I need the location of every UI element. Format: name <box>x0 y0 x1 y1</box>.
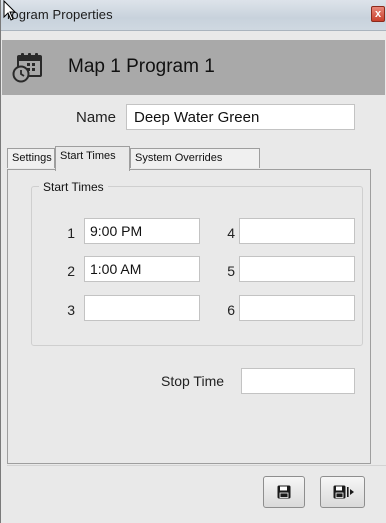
title-bar[interactable]: rogram Properties x <box>1 0 386 31</box>
footer-divider <box>7 465 386 466</box>
window-title: rogram Properties <box>7 7 113 22</box>
start-time-6-label: 6 <box>227 302 235 318</box>
mouse-cursor-icon <box>3 0 17 21</box>
start-time-4-label: 4 <box>227 225 235 241</box>
start-time-3-label: 3 <box>67 302 75 318</box>
tab-settings[interactable]: Settings <box>7 148 55 168</box>
tab-system-overrides[interactable]: System Overrides <box>130 148 260 168</box>
start-time-2-input[interactable]: 1:00 AM <box>84 256 200 282</box>
start-time-2-label: 2 <box>67 263 75 279</box>
save-button[interactable] <box>263 476 305 508</box>
stop-time-input[interactable] <box>241 368 355 394</box>
tab-start-times[interactable]: Start Times <box>55 146 130 171</box>
start-time-5-input[interactable] <box>239 256 355 282</box>
close-button[interactable]: x <box>371 6 385 22</box>
floppy-disk-exit-icon <box>333 485 354 499</box>
start-times-group-title: Start Times <box>39 180 108 194</box>
name-label: Name <box>76 109 117 126</box>
program-header: Map 1 Program 1 <box>2 40 385 95</box>
start-time-5-label: 5 <box>227 263 235 279</box>
start-time-1-input[interactable]: 9:00 PM <box>84 218 200 244</box>
start-time-3-input[interactable] <box>84 295 200 321</box>
program-properties-window: rogram Properties x Map 1 Program 1 Name… <box>0 0 386 523</box>
start-time-6-input[interactable] <box>239 295 355 321</box>
save-and-exit-button[interactable] <box>320 476 365 508</box>
calendar-clock-icon <box>12 53 42 83</box>
start-time-1-label: 1 <box>67 225 75 241</box>
program-title: Map 1 Program 1 <box>68 56 215 77</box>
stop-time-label: Stop Time <box>161 373 225 389</box>
name-field[interactable]: Deep Water Green <box>126 104 355 130</box>
floppy-disk-icon <box>277 485 291 499</box>
start-time-4-input[interactable] <box>239 218 355 244</box>
